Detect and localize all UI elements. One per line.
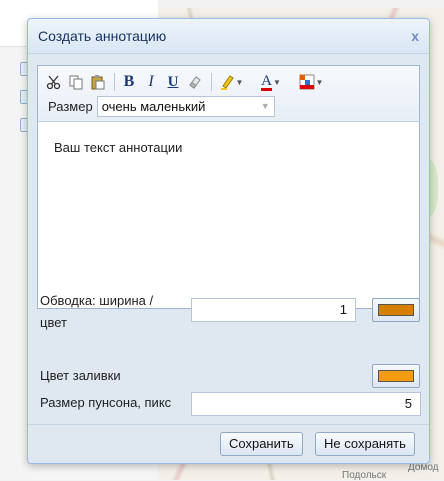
dialog-titlebar[interactable]: Создать аннотацию x — [28, 19, 429, 54]
stroke-width-input[interactable]: 1 — [191, 298, 356, 322]
stroke-color-swatch — [378, 304, 414, 316]
size-label: Размер — [48, 99, 93, 114]
eraser-icon[interactable] — [185, 72, 205, 92]
font-color-icon[interactable]: A ▼ — [254, 72, 288, 92]
create-annotation-dialog: Создать аннотацию x B I U ▼ A ▼ ▼ Размер… — [27, 18, 430, 464]
close-button[interactable]: x — [411, 19, 419, 53]
dialog-footer: Сохранить Не сохранять — [28, 424, 429, 463]
toolbar-separator — [211, 73, 212, 91]
fill-label: Цвет заливки — [40, 368, 121, 383]
italic-icon[interactable]: I — [141, 72, 161, 92]
annotation-text-area[interactable]: Ваш текст аннотации — [38, 122, 419, 155]
map-label-podolsk: Подольск — [342, 470, 387, 481]
fill-color-swatch — [378, 370, 414, 382]
punch-size-input[interactable]: 5 — [191, 392, 421, 416]
rich-text-editor: B I U ▼ A ▼ ▼ Размер очень маленький ▼ В… — [37, 65, 420, 309]
toolbar-separator — [114, 73, 115, 91]
editor-toolbar: B I U ▼ A ▼ ▼ Размер очень маленький ▼ — [38, 66, 419, 122]
scissors-icon[interactable] — [44, 72, 64, 92]
stroke-label: Обводка: ширина / цвет — [40, 293, 154, 330]
copy-icon[interactable] — [66, 72, 86, 92]
annotation-text: Ваш текст аннотации — [54, 140, 183, 155]
underline-icon[interactable]: U — [163, 72, 183, 92]
dont-save-button[interactable]: Не сохранять — [315, 432, 415, 456]
paste-icon[interactable] — [88, 72, 108, 92]
background-color-icon[interactable]: ▼ — [294, 72, 328, 92]
stroke-color-button[interactable] — [372, 298, 420, 322]
chevron-down-icon: ▼ — [260, 101, 270, 111]
save-button[interactable]: Сохранить — [220, 432, 303, 456]
punch-size-label: Размер пунсона, пикс — [40, 395, 172, 410]
highlighter-icon[interactable]: ▼ — [216, 72, 246, 92]
bold-icon[interactable]: B — [119, 72, 139, 92]
font-size-select[interactable]: очень маленький ▼ — [96, 96, 275, 117]
fill-color-button[interactable] — [372, 364, 420, 388]
dialog-title: Создать аннотацию — [38, 28, 167, 44]
